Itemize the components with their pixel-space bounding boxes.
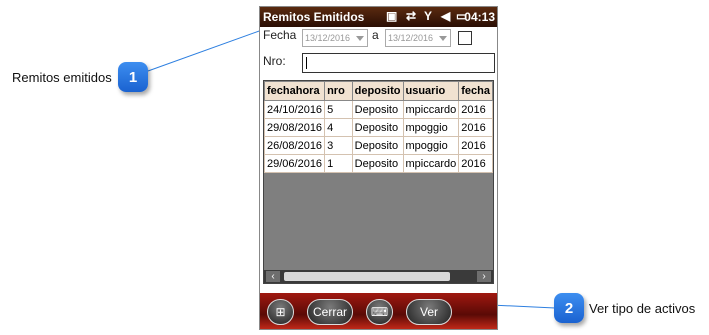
date-from-value: 13/12/2016 — [305, 33, 351, 43]
keyboard-icon: ⌨ — [370, 305, 389, 319]
table-row[interactable]: 29/06/2016 1 Deposito mpiccardo 2016 — [264, 154, 493, 173]
table-cell: mpoggio — [402, 136, 460, 155]
close-button[interactable]: Cerrar — [307, 299, 353, 325]
fecha-label: Fecha — [263, 28, 297, 42]
date-to-value: 13/12/2016 — [388, 33, 434, 43]
status-bar: Remitos Emitidos ▣ ⇄ Y ◀ ▭ 04:13 — [260, 7, 497, 27]
column-header[interactable]: fechahora — [264, 81, 326, 101]
a-label: a — [372, 28, 379, 42]
table-cell: 2016 — [458, 136, 493, 155]
table-cell: 26/08/2016 — [264, 136, 326, 155]
windows-logo-icon: ⊞ — [275, 305, 286, 319]
nro-label: Nro: — [263, 54, 286, 68]
windows-start-button[interactable]: ⊞ — [267, 299, 294, 325]
column-header[interactable]: nro — [324, 81, 353, 101]
column-header[interactable]: deposito — [351, 81, 404, 101]
table-row[interactable]: 24/10/2016 5 Deposito mpiccardo 2016 — [264, 100, 493, 119]
table-cell: Deposito — [351, 118, 404, 137]
table-cell: Deposito — [351, 136, 404, 155]
table-cell: 5 — [324, 100, 353, 119]
callout-1-label: Remitos emitidos — [12, 70, 112, 85]
column-header[interactable]: usuario — [402, 81, 460, 101]
table-cell: 29/06/2016 — [264, 154, 326, 173]
view-button[interactable]: Ver — [406, 299, 452, 325]
chevron-down-icon — [356, 36, 364, 41]
connectivity-icon[interactable]: ⇄ — [406, 9, 416, 23]
table-cell: mpiccardo — [402, 154, 460, 173]
table-cell: 2016 — [458, 100, 493, 119]
callout-2-label: Ver tipo de activos — [589, 301, 696, 316]
volume-muted-icon[interactable]: ◀ — [441, 9, 450, 23]
date-to-picker[interactable]: 13/12/2016 — [385, 29, 451, 47]
table-cell: 2016 — [458, 154, 493, 173]
date-filter-checkbox[interactable] — [458, 31, 472, 45]
callout-2-badge: 2 — [554, 293, 584, 323]
table-cell: mpiccardo — [402, 100, 460, 119]
keyboard-button[interactable]: ⌨ — [366, 299, 393, 325]
keyboard-toggle-icon[interactable]: ▣ — [386, 9, 397, 23]
text-cursor — [306, 57, 307, 69]
device-screen: Remitos Emitidos ▣ ⇄ Y ◀ ▭ 04:13 Fecha 1… — [259, 6, 498, 330]
table-cell: 4 — [324, 118, 353, 137]
remitos-table: fechahora nro deposito usuario fecha 24/… — [264, 81, 493, 173]
scroll-left-icon[interactable]: ‹ — [266, 271, 280, 282]
horizontal-scrollbar[interactable]: ‹ › — [264, 270, 493, 283]
scroll-right-icon[interactable]: › — [477, 271, 491, 282]
window-title: Remitos Emitidos — [263, 10, 365, 24]
table-cell: 24/10/2016 — [264, 100, 326, 119]
scrollbar-thumb[interactable] — [284, 272, 450, 281]
table-cell: 2016 — [458, 118, 493, 137]
table-cell: Deposito — [351, 154, 404, 173]
table-cell: mpoggio — [402, 118, 460, 137]
chevron-down-icon — [439, 36, 447, 41]
remitos-grid[interactable]: fechahora nro deposito usuario fecha 24/… — [263, 80, 494, 284]
table-cell: 3 — [324, 136, 353, 155]
nro-input[interactable] — [302, 53, 495, 73]
table-header-row: fechahora nro deposito usuario fecha — [264, 81, 493, 101]
column-header[interactable]: fecha — [458, 81, 493, 101]
table-cell: Deposito — [351, 100, 404, 119]
table-cell: 1 — [324, 154, 353, 173]
table-row[interactable]: 29/08/2016 4 Deposito mpoggio 2016 — [264, 118, 493, 137]
signal-off-icon[interactable]: Y — [424, 9, 432, 23]
callout-1-badge: 1 — [118, 62, 148, 92]
table-row[interactable]: 26/08/2016 3 Deposito mpoggio 2016 — [264, 136, 493, 155]
bottom-toolbar: ⊞ Cerrar ⌨ Ver — [260, 293, 497, 329]
date-from-picker[interactable]: 13/12/2016 — [302, 29, 368, 47]
clock: 04:13 — [464, 10, 495, 24]
table-cell: 29/08/2016 — [264, 118, 326, 137]
